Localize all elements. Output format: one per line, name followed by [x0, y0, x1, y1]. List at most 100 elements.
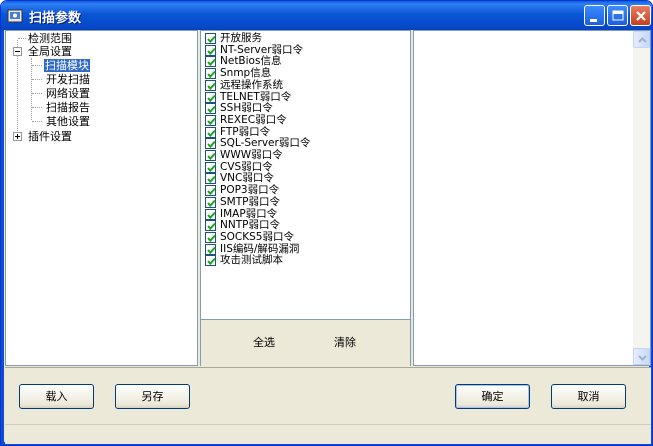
tree-line	[31, 58, 33, 120]
checkmark-icon	[207, 176, 216, 184]
window-frame-left	[1, 30, 4, 445]
tree-item-other-settings[interactable]: 其他设置	[46, 115, 90, 128]
checkbox[interactable]	[205, 33, 216, 44]
module-label: POP3弱口令	[220, 184, 280, 197]
checkmark-icon	[207, 82, 216, 90]
window-title: 扫描参数	[29, 11, 82, 26]
checkbox[interactable]	[205, 138, 216, 150]
tree-item-plugin-settings[interactable]: 插件设置	[28, 130, 72, 143]
tree-item-network-settings[interactable]: 网络设置	[46, 87, 90, 100]
module-label: IIS编码/解码漏洞	[220, 242, 300, 255]
module-label: SOCKS5弱口令	[220, 230, 294, 243]
tree-line	[32, 79, 42, 81]
tree-line	[18, 38, 26, 40]
checkbox[interactable]	[205, 208, 216, 220]
checkbox[interactable]	[205, 103, 216, 115]
module-label: WWW弱口令	[220, 149, 283, 161]
checkbox[interactable]	[205, 243, 216, 255]
scan-app-icon	[7, 9, 23, 23]
module-label: FTP弱口令	[220, 125, 271, 138]
module-options-panel	[413, 30, 651, 366]
tree-line	[32, 65, 42, 67]
checkbox[interactable]	[205, 150, 216, 161]
select-all-button[interactable]: 全选	[253, 334, 275, 350]
checkmark-icon	[207, 211, 216, 219]
checkmark-icon	[207, 35, 216, 44]
module-label: NetBios信息	[220, 55, 282, 68]
checkbox[interactable]	[205, 185, 216, 197]
tree-item-global-settings[interactable]: 全局设置	[28, 45, 72, 58]
module-label: NNTP弱口令	[220, 219, 280, 232]
checkmark-icon	[207, 94, 216, 102]
checkbox[interactable]	[205, 231, 216, 243]
checkmark-icon	[207, 47, 216, 55]
maximize-button[interactable]	[607, 5, 628, 26]
minimize-button[interactable]	[584, 5, 605, 26]
checkbox[interactable]	[205, 91, 216, 103]
checkmark-icon	[207, 223, 216, 231]
checkbox[interactable]	[205, 114, 216, 126]
tree-item-dev-scan[interactable]: 开发扫描	[46, 73, 90, 86]
tree-item-scan-range[interactable]: 检测范围	[28, 32, 72, 45]
arrow-up-icon	[638, 37, 647, 43]
checkbox[interactable]	[205, 173, 216, 185]
module-label: NT-Server弱口令	[220, 43, 304, 56]
checklist-actions: 全选 清除	[200, 320, 411, 366]
title-bar[interactable]: 扫描参数	[1, 1, 652, 30]
tree-item-scan-report[interactable]: 扫描报告	[46, 101, 90, 114]
checkmark-icon	[207, 258, 216, 266]
cancel-button[interactable]: 取消	[551, 384, 626, 409]
checkbox[interactable]	[205, 196, 216, 208]
checkbox[interactable]	[205, 126, 216, 138]
module-label: VNC弱口令	[220, 172, 274, 185]
module-label: 开放服务	[220, 32, 262, 44]
clear-button[interactable]: 清除	[334, 334, 356, 350]
button-bar: 载入 另存 确定 取消	[5, 367, 651, 424]
maximize-icon	[612, 10, 624, 21]
dialog-window: 扫描参数 检测范围 全局设置 扫描模块 开发扫描 网络设置 扫描报告 其他设置 …	[0, 0, 653, 446]
module-label: 攻击测试脚本	[220, 254, 283, 267]
module-label: CVS弱口令	[220, 160, 273, 173]
checkmark-icon	[207, 59, 216, 67]
close-button[interactable]	[630, 5, 651, 26]
checkbox[interactable]	[205, 220, 216, 232]
collapse-toggle-icon[interactable]	[13, 47, 22, 56]
tree-line	[32, 121, 42, 123]
expand-toggle-icon[interactable]	[13, 132, 22, 141]
checkmark-icon	[207, 164, 216, 172]
checkbox[interactable]	[205, 79, 216, 91]
checkbox[interactable]	[205, 44, 216, 56]
module-label: SSH弱口令	[220, 102, 273, 115]
checkbox[interactable]	[205, 255, 216, 267]
module-label: 远程操作系统	[220, 78, 283, 91]
scroll-down-button[interactable]	[633, 348, 650, 365]
checkbox[interactable]	[205, 161, 216, 173]
minimize-icon	[590, 19, 597, 22]
module-label: IMAP弱口令	[220, 207, 278, 220]
arrow-down-icon	[638, 355, 647, 361]
module-label: SMTP弱口令	[220, 195, 280, 208]
scroll-up-button[interactable]	[633, 31, 650, 48]
checkmark-icon	[207, 117, 216, 125]
tree-line	[32, 93, 42, 95]
module-checklist: 开放服务 NT-Server弱口令 NetBios信息 Snmp信息 远程操作系统 TEL…	[200, 30, 411, 320]
checkmark-icon	[207, 246, 216, 254]
settings-tree: 检测范围 全局设置 扫描模块 开发扫描 网络设置 扫描报告 其他设置 插件设置	[5, 30, 198, 366]
tree-item-scan-modules[interactable]: 扫描模块	[44, 59, 90, 72]
checkbox[interactable]	[205, 68, 216, 80]
vertical-scrollbar[interactable]	[633, 31, 650, 365]
checkbox[interactable]	[205, 56, 216, 68]
save-as-button[interactable]: 另存	[115, 384, 190, 409]
checkmark-icon	[207, 199, 216, 207]
ok-button[interactable]: 确定	[455, 384, 530, 409]
module-label: REXEC弱口令	[220, 113, 287, 126]
checkmark-icon	[207, 70, 216, 79]
module-label: TELNET弱口令	[220, 90, 292, 103]
module-label: Snmp信息	[220, 67, 272, 80]
load-button[interactable]: 载入	[19, 384, 94, 409]
tree-line	[32, 107, 42, 109]
status-bar	[5, 424, 651, 444]
checkmark-icon	[207, 152, 216, 161]
checkmark-icon	[207, 187, 216, 196]
module-label: SQL-Server弱口令	[220, 137, 311, 150]
